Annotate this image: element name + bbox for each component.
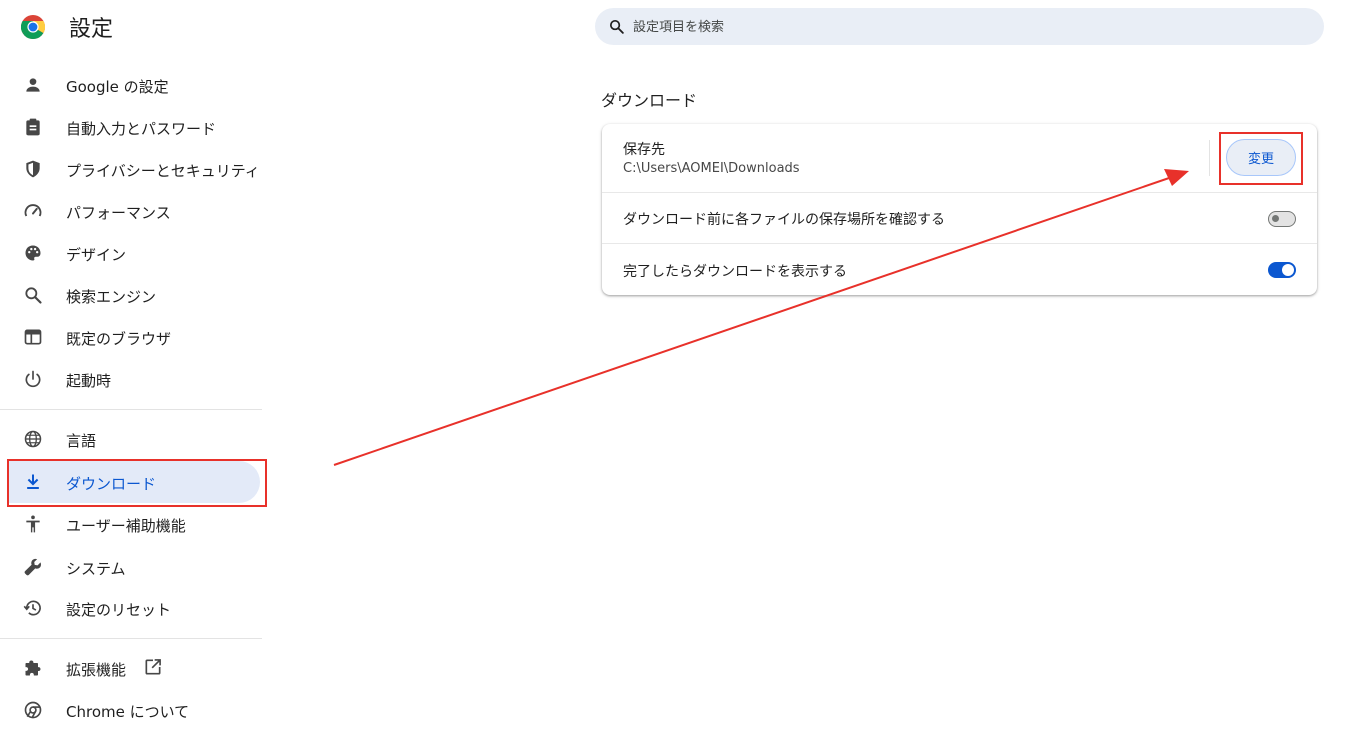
sidebar-item-label: 言語 — [66, 432, 97, 450]
clipboard-icon — [26, 118, 40, 136]
ask-location-row[interactable]: ダウンロード前に各ファイルの保存場所を確認する — [602, 192, 1317, 243]
sidebar-item-default-browser[interactable]: 既定のブラウザ — [8, 316, 260, 358]
ask-location-toggle[interactable] — [1268, 211, 1296, 227]
search-icon — [25, 287, 42, 304]
sidebar-item-startup[interactable]: 起動時 — [8, 358, 260, 400]
search-bar[interactable] — [595, 8, 1324, 47]
palette-icon — [25, 245, 41, 261]
ask-location-label: ダウンロード前に各ファイルの保存場所を確認する — [623, 212, 945, 228]
sidebar-item-label: 検索エンジン — [66, 288, 157, 306]
sidebar-item-extensions[interactable]: 拡張機能 — [8, 647, 260, 689]
sidebar-item-privacy[interactable]: プライバシーとセキュリティ — [8, 148, 260, 190]
sidebar-item-label: ユーザー補助機能 — [66, 517, 186, 535]
section-title: ダウンロード — [601, 91, 698, 110]
sidebar-item-label: 起動時 — [66, 372, 112, 390]
show-downloads-label: 完了したらダウンロードを表示する — [623, 264, 847, 280]
sidebar-item-system[interactable]: システム — [8, 546, 260, 588]
shield-icon — [26, 160, 40, 178]
history-icon — [23, 600, 41, 616]
row-separator — [1209, 140, 1210, 176]
person-icon — [26, 78, 40, 92]
sidebar-divider — [0, 409, 262, 410]
sidebar-item-label: Google の設定 — [66, 78, 169, 96]
sidebar-item-google[interactable]: Google の設定 — [8, 64, 260, 106]
sidebar-divider — [0, 638, 262, 639]
sidebar-item-label: デザイン — [66, 246, 127, 264]
location-path: C:\Users\AOMEI\Downloads — [623, 161, 800, 176]
sidebar-item-label: システム — [66, 560, 126, 578]
puzzle-icon — [25, 660, 41, 676]
show-downloads-row[interactable]: 完了したらダウンロードを表示する — [602, 243, 1317, 295]
page-title: 設定 — [69, 17, 114, 42]
sidebar-item-languages[interactable]: 言語 — [8, 418, 260, 460]
sidebar-item-label: パフォーマンス — [66, 204, 171, 222]
sidebar-item-design[interactable]: デザイン — [8, 232, 260, 274]
location-label: 保存先 — [623, 142, 665, 158]
search-icon — [609, 19, 624, 34]
annotation-box-downloads — [7, 459, 267, 507]
toggle-knob — [1282, 264, 1294, 276]
sidebar-item-reset[interactable]: 設定のリセット — [8, 587, 260, 629]
toggle-knob — [1272, 215, 1279, 222]
sidebar-item-label: 自動入力とパスワード — [66, 120, 217, 138]
globe-icon — [24, 430, 42, 448]
wrench-icon — [24, 558, 41, 576]
sidebar-item-search-engine[interactable]: 検索エンジン — [8, 274, 260, 316]
search-input[interactable] — [631, 8, 1305, 47]
sidebar-item-autofill[interactable]: 自動入力とパスワード — [8, 106, 260, 148]
chrome-logo-icon — [21, 15, 45, 39]
sidebar-item-performance[interactable]: パフォーマンス — [8, 190, 260, 232]
speedometer-icon — [24, 204, 42, 217]
sidebar-item-label: Chrome について — [66, 703, 190, 721]
annotation-box-change — [1219, 132, 1303, 185]
power-icon — [25, 370, 41, 388]
sidebar-item-about[interactable]: Chrome について — [8, 689, 260, 731]
show-downloads-toggle[interactable] — [1268, 262, 1296, 278]
sidebar-item-accessibility[interactable]: ユーザー補助機能 — [8, 503, 260, 545]
sidebar-item-label: プライバシーとセキュリティ — [66, 162, 260, 180]
chrome-icon — [24, 701, 42, 719]
sidebar-item-label: 設定のリセット — [66, 601, 172, 619]
downloads-card: 保存先 C:\Users\AOMEI\Downloads 変更 ダウンロード前に… — [602, 124, 1317, 295]
open-in-new-icon[interactable] — [143, 657, 163, 677]
browser-icon — [24, 329, 42, 345]
settings-window: 設定 Google の設定 自動入力とパスワード プラ — [0, 0, 1361, 739]
sidebar-item-label: 拡張機能 — [66, 661, 127, 679]
accessibility-icon — [26, 515, 40, 533]
sidebar-item-label: 既定のブラウザ — [66, 330, 172, 348]
download-location-row: 保存先 C:\Users\AOMEI\Downloads 変更 — [602, 124, 1317, 192]
